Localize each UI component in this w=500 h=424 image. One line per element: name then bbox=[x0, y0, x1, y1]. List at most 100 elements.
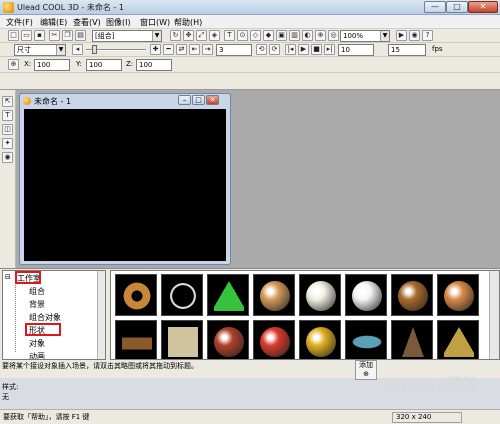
lock-icon[interactable]: ⊙ bbox=[237, 30, 248, 41]
x-field[interactable]: 100 bbox=[34, 59, 70, 71]
select-icon[interactable]: ⇱ bbox=[2, 96, 13, 107]
help-pointer-icon[interactable]: ? bbox=[422, 30, 433, 41]
doc-minimize-button[interactable]: – bbox=[178, 95, 191, 105]
first-frame-icon[interactable]: |◂ bbox=[285, 44, 296, 55]
shift-left-icon[interactable]: ⇤ bbox=[189, 44, 200, 55]
ring-thumb[interactable] bbox=[161, 274, 203, 316]
cone-thumb[interactable] bbox=[207, 274, 249, 316]
minimize-button[interactable]: — bbox=[424, 1, 446, 13]
box-shape bbox=[168, 327, 198, 357]
x-label: X: bbox=[24, 60, 32, 68]
play-icon[interactable]: ▶ bbox=[298, 44, 309, 55]
menu-help[interactable]: 帮助(H) bbox=[174, 17, 202, 28]
gallery-scrollbar[interactable] bbox=[489, 271, 499, 359]
thumbnail-gallery[interactable] bbox=[110, 270, 500, 360]
pan-icon[interactable]: ✥ bbox=[183, 30, 194, 41]
document-icon bbox=[23, 97, 31, 105]
globe-icon[interactable]: ⊕ bbox=[315, 30, 326, 41]
bevel-icon[interactable]: ◈ bbox=[209, 30, 220, 41]
menu-view[interactable]: 查看(V) bbox=[73, 17, 101, 28]
tree-item-animation[interactable]: 动画 bbox=[29, 351, 45, 359]
highlight-shape bbox=[25, 323, 61, 336]
loop-icon[interactable]: ⟲ bbox=[256, 44, 267, 55]
snowman-thumb[interactable] bbox=[345, 274, 387, 316]
tool-d-icon[interactable]: ▥ bbox=[289, 30, 300, 41]
render-canvas[interactable] bbox=[24, 109, 226, 261]
shift-right-icon[interactable]: ⇥ bbox=[202, 44, 213, 55]
tree-item-background[interactable]: 背景 bbox=[29, 299, 45, 310]
z-field[interactable]: 100 bbox=[136, 59, 172, 71]
ufo-thumb[interactable] bbox=[345, 320, 387, 359]
bear-thumb[interactable] bbox=[391, 274, 433, 316]
graphic-icon[interactable]: ◫ bbox=[2, 124, 13, 135]
toolbar-spacer bbox=[0, 73, 500, 90]
keyframe-prev-icon[interactable]: ◂ bbox=[72, 44, 83, 55]
tool-f-icon[interactable]: ◎ bbox=[328, 30, 339, 41]
menu-edit[interactable]: 编辑(E) bbox=[40, 17, 67, 28]
position-icon[interactable]: ⊕ bbox=[8, 59, 19, 70]
maximize-button[interactable]: □ bbox=[446, 1, 468, 13]
brick-thumb[interactable] bbox=[115, 320, 157, 359]
open-folder-icon[interactable]: ▭ bbox=[21, 30, 32, 41]
y-label: Y: bbox=[76, 60, 82, 68]
paste-icon[interactable]: ▤ bbox=[75, 30, 86, 41]
copy-icon[interactable]: ❐ bbox=[62, 30, 73, 41]
tree-scrollbar[interactable] bbox=[97, 271, 105, 359]
add-icon: ⊕ bbox=[363, 370, 369, 378]
tool-c-icon[interactable]: ▣ bbox=[276, 30, 287, 41]
ball-red-thumb[interactable] bbox=[253, 320, 295, 359]
tool-b-icon[interactable]: ◆ bbox=[263, 30, 274, 41]
doc-close-button[interactable]: ✕ bbox=[206, 95, 219, 105]
zoom-select[interactable]: 100% ▼ bbox=[340, 30, 390, 42]
size-icon[interactable]: ⤢ bbox=[196, 30, 207, 41]
text-icon[interactable]: T bbox=[224, 30, 235, 41]
timeline-thumb[interactable] bbox=[92, 45, 97, 54]
pyramid-thumb[interactable] bbox=[437, 320, 479, 359]
reverse-icon[interactable]: ⇄ bbox=[176, 44, 187, 55]
pearls-thumb[interactable] bbox=[299, 274, 341, 316]
remove-keyframe-icon[interactable]: ━ bbox=[163, 44, 174, 55]
object-select[interactable]: [组合] ▼ bbox=[92, 30, 162, 42]
current-frame-field[interactable]: 3 bbox=[216, 44, 252, 56]
tree-item-group[interactable]: 组合 bbox=[29, 286, 45, 297]
camera-icon[interactable]: ◉ bbox=[2, 152, 13, 163]
fps-field[interactable]: 15 bbox=[388, 44, 426, 56]
tree-item-object[interactable]: 对象 bbox=[29, 338, 45, 349]
new-file-icon[interactable]: □ bbox=[8, 30, 19, 41]
save-icon[interactable]: ▪ bbox=[34, 30, 45, 41]
menu-image[interactable]: 图像(I) bbox=[106, 17, 131, 28]
menu-window[interactable]: 窗口(W) bbox=[140, 17, 170, 28]
tool-a-icon[interactable]: ◇ bbox=[250, 30, 261, 41]
document-window[interactable]: 未命名 - 1 – □ ✕ bbox=[19, 93, 231, 265]
watermark-logo: Baidu 经验 bbox=[384, 375, 477, 396]
ball-gold-thumb[interactable] bbox=[299, 320, 341, 359]
tree-expand-icon[interactable]: ⊟ bbox=[5, 273, 11, 281]
add-button[interactable]: 添加 ⊕ bbox=[355, 360, 377, 380]
tree-item-group-object[interactable]: 组合对象 bbox=[29, 312, 61, 323]
cut-icon[interactable]: ✂ bbox=[49, 30, 60, 41]
stop-icon[interactable]: ■ bbox=[311, 44, 322, 55]
box-thumb[interactable] bbox=[161, 320, 203, 359]
football-thumb[interactable] bbox=[207, 320, 249, 359]
rotate-icon[interactable]: ↻ bbox=[170, 30, 181, 41]
total-frames-field[interactable]: 10 bbox=[338, 44, 374, 56]
light-icon[interactable]: ✦ bbox=[2, 138, 13, 149]
attribute-select[interactable]: 尺寸 ▼ bbox=[14, 44, 66, 56]
close-button[interactable]: ✕ bbox=[468, 1, 498, 13]
donut-thumb[interactable] bbox=[115, 274, 157, 316]
cone-brown-thumb[interactable] bbox=[391, 320, 433, 359]
palette-tree[interactable]: ⊟ 工作室 组合 背景 组合对象 形状 对象 动画 bbox=[2, 270, 106, 360]
pingpong-icon[interactable]: ⟳ bbox=[269, 44, 280, 55]
last-frame-icon[interactable]: ▸| bbox=[324, 44, 335, 55]
tool-e-icon[interactable]: ◐ bbox=[302, 30, 313, 41]
text-tool-icon[interactable]: T bbox=[2, 110, 13, 121]
disc-thumb[interactable] bbox=[253, 274, 295, 316]
menu-file[interactable]: 文件(F) bbox=[6, 17, 33, 28]
y-field[interactable]: 100 bbox=[86, 59, 122, 71]
doc-maximize-button[interactable]: □ bbox=[192, 95, 205, 105]
gingerbread-thumb[interactable] bbox=[437, 274, 479, 316]
preview-icon[interactable]: ▶ bbox=[396, 30, 407, 41]
add-keyframe-icon[interactable]: ✚ bbox=[150, 44, 161, 55]
tool-g-icon[interactable]: ◉ bbox=[409, 30, 420, 41]
title-bar: Ulead COOL 3D - 未命名 - 1 — □ ✕ bbox=[0, 0, 500, 15]
